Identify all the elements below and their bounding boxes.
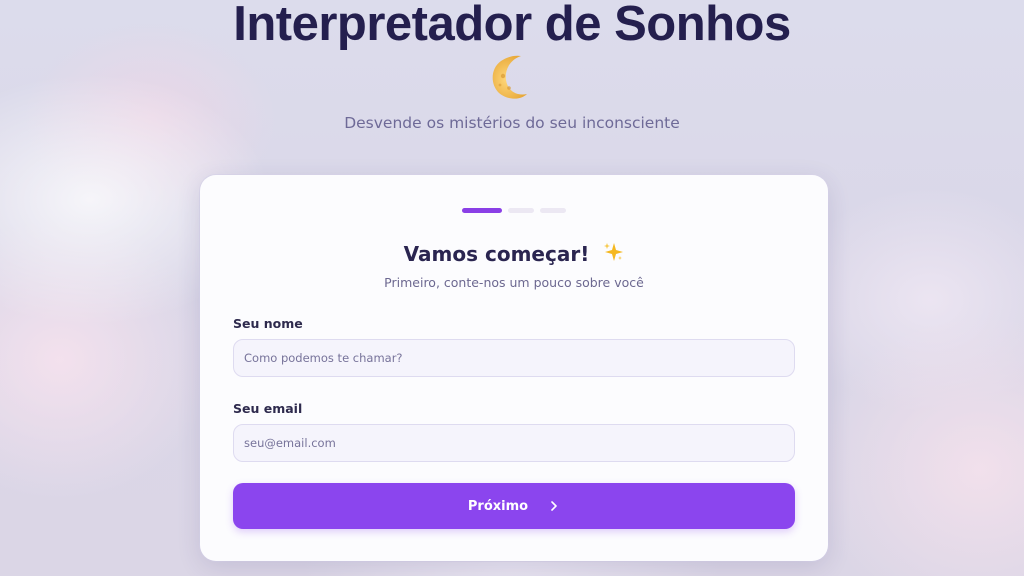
form-subtitle: Primeiro, conte-nos um pouco sobre você (384, 275, 644, 290)
form-title: Vamos começar! (200, 241, 828, 268)
chevron-right-icon (548, 500, 560, 512)
page-title: Interpretador de Sonhos (233, 0, 791, 51)
step-indicator-2 (508, 208, 534, 213)
email-label: Seu email (233, 401, 303, 416)
step-indicator-1 (462, 208, 502, 213)
crescent-moon-icon-graphic (492, 55, 527, 99)
email-input[interactable] (233, 424, 795, 462)
name-input[interactable] (233, 339, 795, 377)
name-label: Seu nome (233, 316, 303, 331)
crescent-moon-icon (0, 52, 1024, 115)
next-button[interactable]: Próximo (233, 483, 795, 529)
next-button-label: Próximo (467, 498, 529, 514)
step-progress (200, 208, 828, 213)
sparkles-icon (602, 241, 624, 268)
form-title-text: Vamos começar! (403, 242, 590, 266)
page-subtitle: Desvende os mistérios do seu inconscient… (344, 114, 680, 132)
onboarding-card: Vamos começar! Primeiro, conte-nos um po… (200, 175, 828, 561)
step-indicator-3 (540, 208, 566, 213)
